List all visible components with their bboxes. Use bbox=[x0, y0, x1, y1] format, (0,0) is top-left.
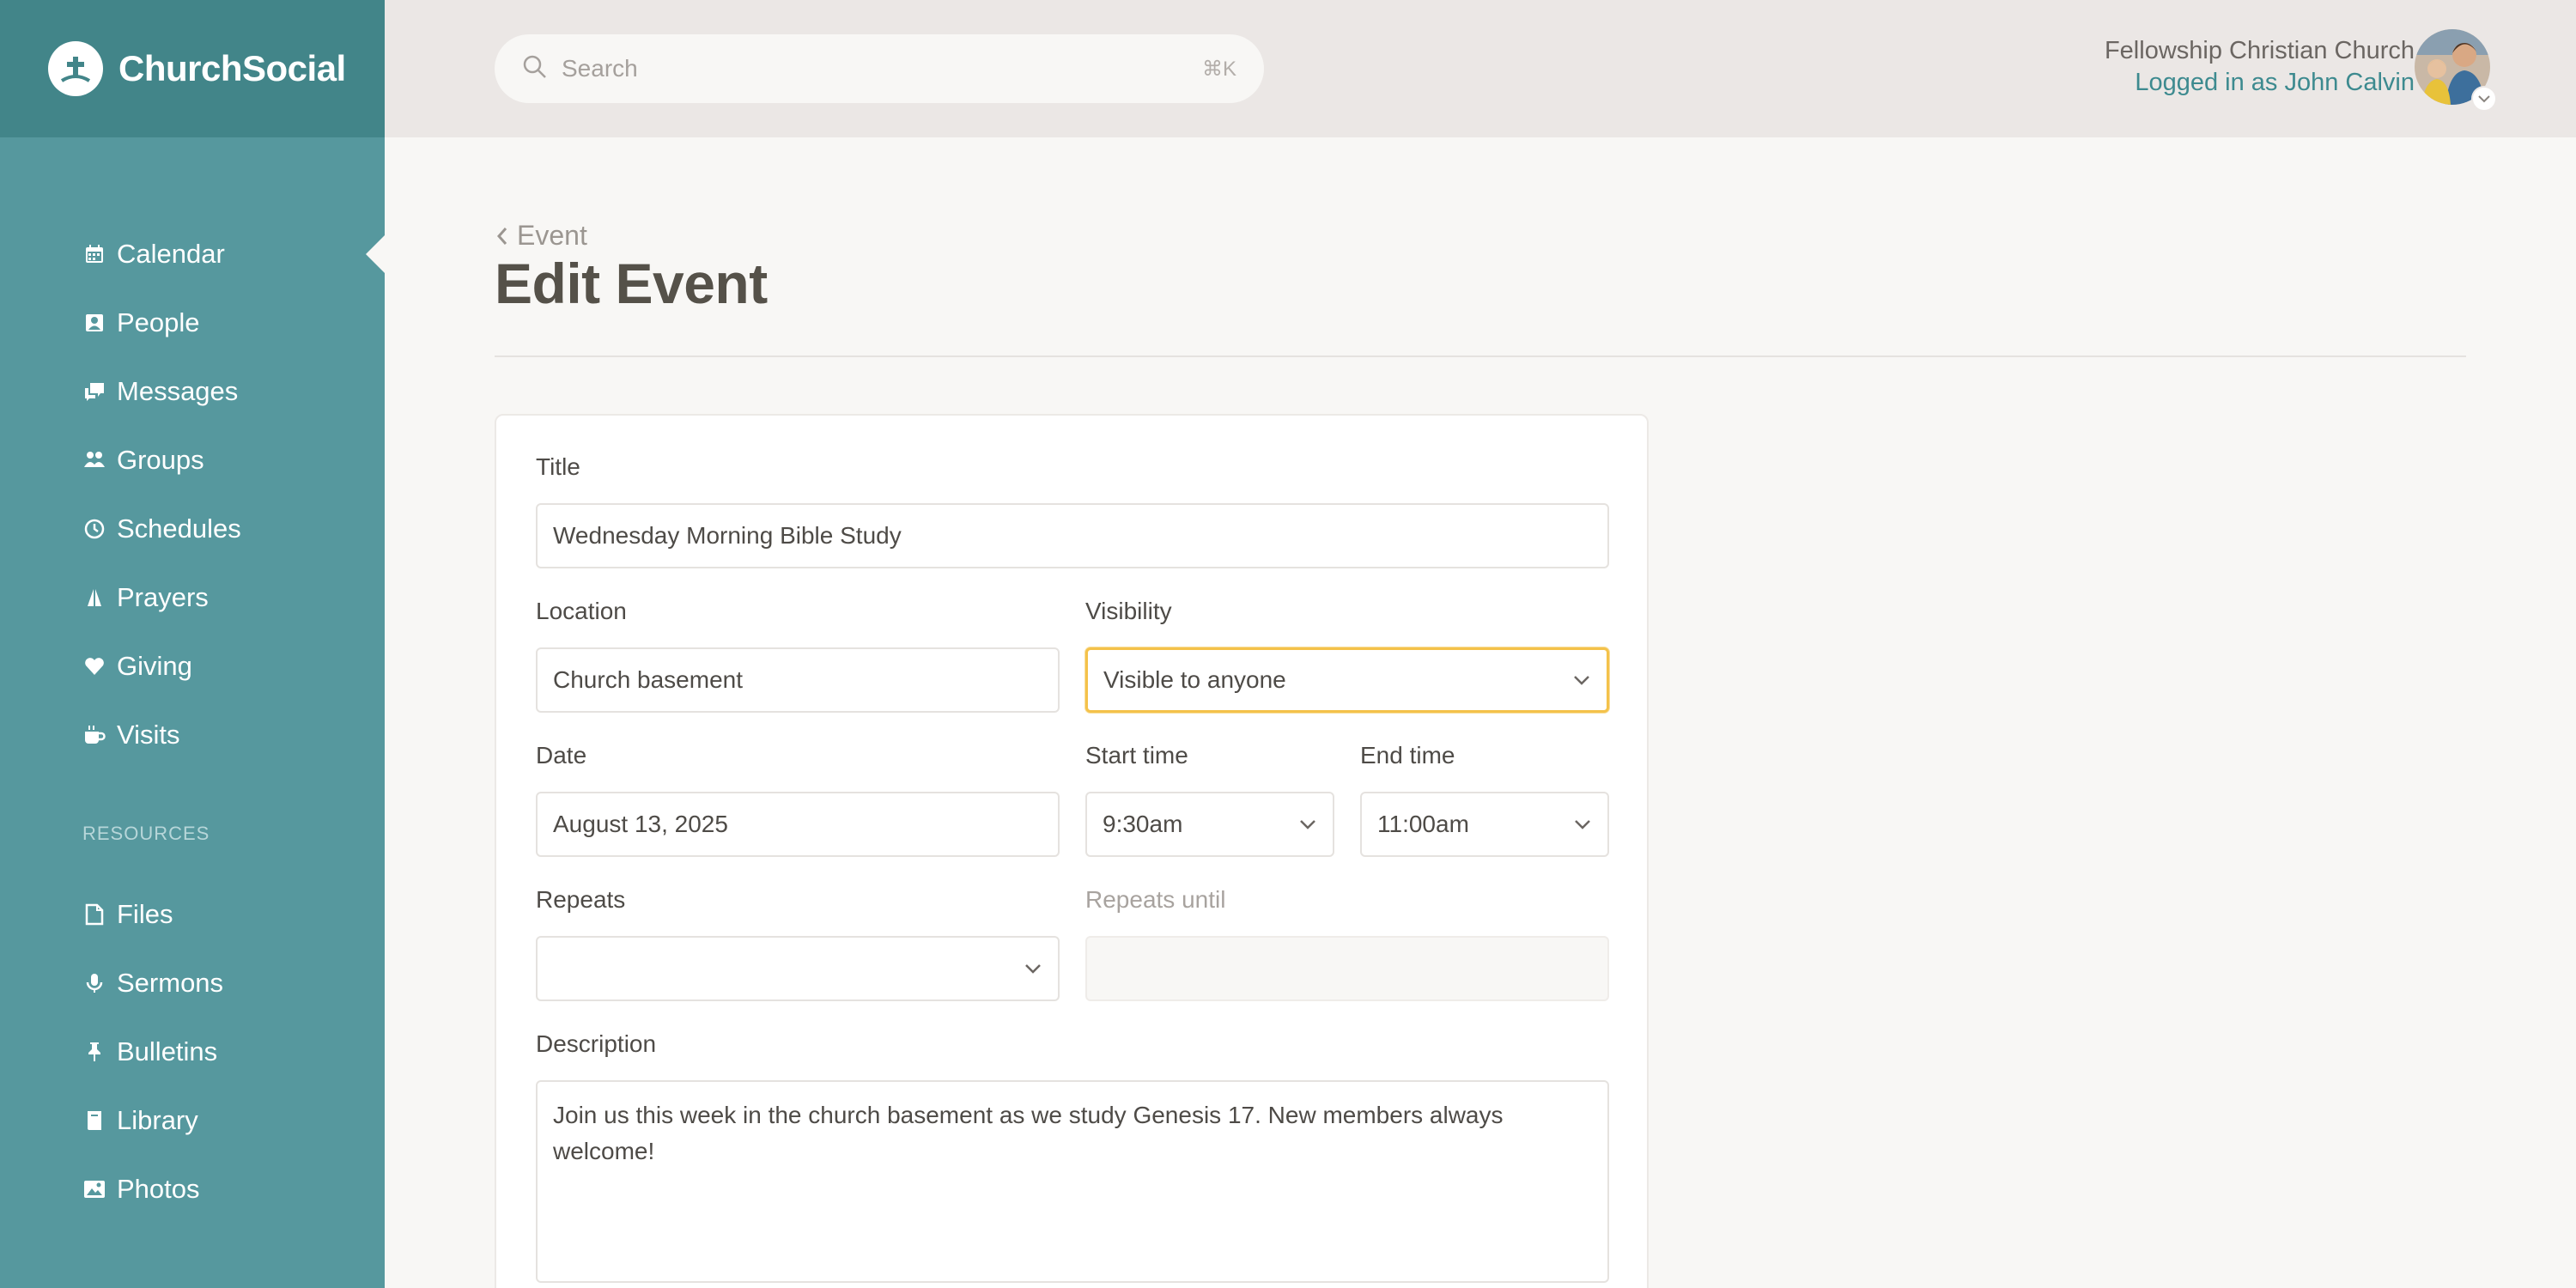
location-input[interactable]: Church basement bbox=[536, 647, 1060, 713]
start-time-field: Start time 9:30am bbox=[1085, 740, 1334, 857]
sidebar-item-sermons[interactable]: Sermons bbox=[0, 949, 385, 1018]
title-label: Title bbox=[536, 453, 580, 480]
sidebar-item-label: Calendar bbox=[117, 239, 225, 269]
sidebar-item-label: Schedules bbox=[117, 513, 241, 544]
sidebar-item-schedules[interactable]: Schedules bbox=[0, 495, 385, 563]
breadcrumb-back-link[interactable]: Event bbox=[496, 220, 587, 252]
start-time-label: Start time bbox=[1085, 742, 1188, 769]
date-input[interactable]: August 13, 2025 bbox=[536, 792, 1060, 857]
calendar-icon bbox=[82, 242, 106, 266]
contact-card-icon bbox=[82, 311, 106, 335]
start-time-select[interactable]: 9:30am bbox=[1085, 792, 1334, 857]
sidebar-item-files[interactable]: Files bbox=[0, 880, 385, 949]
account-info: Fellowship Christian Church Logged in as… bbox=[2105, 34, 2415, 98]
date-label: Date bbox=[536, 742, 587, 769]
repeats-until-field: Repeats until bbox=[1085, 884, 1609, 1001]
sidebar-item-visits[interactable]: Visits bbox=[0, 701, 385, 769]
brand-name: ChurchSocial bbox=[118, 48, 346, 88]
page-title: Edit Event bbox=[495, 252, 768, 315]
org-name: Fellowship Christian Church bbox=[2104, 37, 2415, 64]
chat-bubbles-icon bbox=[82, 380, 106, 404]
end-time-label: End time bbox=[1360, 742, 1455, 769]
clock-icon bbox=[82, 517, 106, 541]
location-field: Location Church basement bbox=[536, 596, 1060, 713]
visibility-field: Visibility Visible to anyone bbox=[1085, 596, 1609, 713]
description-field: Description Join us this week in the chu… bbox=[536, 1029, 1609, 1283]
event-form-card: Title Wednesday Morning Bible Study Loca… bbox=[495, 414, 1649, 1288]
sidebar-item-label: Messages bbox=[117, 376, 239, 406]
title-input[interactable]: Wednesday Morning Bible Study bbox=[536, 503, 1609, 568]
sidebar-item-prayers[interactable]: Prayers bbox=[0, 563, 385, 632]
group-icon bbox=[82, 448, 106, 472]
end-time-field: End time 11:00am bbox=[1360, 740, 1609, 857]
description-label: Description bbox=[536, 1030, 657, 1057]
resources-nav: Files Sermons Bulletins Library Photos bbox=[0, 880, 385, 1224]
chevron-down-icon bbox=[1300, 820, 1315, 829]
date-field: Date August 13, 2025 bbox=[536, 740, 1060, 857]
location-value: Church basement bbox=[553, 666, 744, 693]
sidebar-item-calendar[interactable]: Calendar bbox=[0, 220, 385, 289]
sidebar-item-people[interactable]: People bbox=[0, 289, 385, 357]
sidebar-item-label: Photos bbox=[117, 1174, 200, 1204]
book-icon bbox=[82, 1109, 106, 1133]
sidebar-item-messages[interactable]: Messages bbox=[0, 357, 385, 426]
chevron-left-icon bbox=[496, 227, 507, 245]
heart-icon bbox=[82, 654, 106, 678]
file-icon bbox=[82, 902, 106, 927]
visibility-value: Visible to anyone bbox=[1103, 666, 1286, 693]
sidebar-item-label: Giving bbox=[117, 651, 192, 681]
chevron-down-icon bbox=[1574, 676, 1589, 685]
resources-heading: RESOURCES bbox=[82, 823, 210, 844]
sidebar-item-library[interactable]: Library bbox=[0, 1086, 385, 1155]
account-menu-chevron-icon[interactable] bbox=[2471, 86, 2497, 112]
sidebar-item-bulletins[interactable]: Bulletins bbox=[0, 1018, 385, 1086]
sidebar: ChurchSocial Calendar People Messages Gr… bbox=[0, 0, 385, 1288]
praying-hands-icon bbox=[82, 586, 106, 610]
end-time-select[interactable]: 11:00am bbox=[1360, 792, 1609, 857]
sidebar-item-photos[interactable]: Photos bbox=[0, 1155, 385, 1224]
coffee-cup-icon bbox=[82, 723, 106, 747]
top-bar: ⌘K Fellowship Christian Church Logged in… bbox=[385, 0, 2576, 137]
brand-bar[interactable]: ChurchSocial bbox=[0, 0, 385, 137]
cross-logo-icon bbox=[48, 41, 103, 96]
description-textarea[interactable]: Join us this week in the church basement… bbox=[536, 1080, 1609, 1283]
repeats-label: Repeats bbox=[536, 886, 626, 913]
repeats-select[interactable] bbox=[536, 936, 1060, 1001]
pushpin-icon bbox=[82, 1040, 106, 1064]
date-value: August 13, 2025 bbox=[553, 811, 728, 837]
main-nav: Calendar People Messages Groups Schedule… bbox=[0, 220, 385, 769]
breadcrumb-label: Event bbox=[517, 220, 587, 251]
search-input[interactable] bbox=[562, 55, 1202, 82]
repeats-field: Repeats bbox=[536, 884, 1060, 1001]
header-divider bbox=[495, 355, 2466, 357]
chevron-down-icon bbox=[1575, 820, 1590, 829]
location-label: Location bbox=[536, 598, 627, 624]
search-box[interactable]: ⌘K bbox=[495, 34, 1264, 103]
sidebar-item-label: Files bbox=[117, 899, 173, 929]
description-value: Join us this week in the church basement… bbox=[553, 1102, 1504, 1164]
visibility-label: Visibility bbox=[1085, 598, 1172, 624]
sidebar-item-label: People bbox=[117, 307, 200, 337]
repeats-until-label: Repeats until bbox=[1085, 886, 1226, 913]
sidebar-item-label: Sermons bbox=[117, 968, 224, 998]
sidebar-item-label: Bulletins bbox=[117, 1036, 218, 1066]
sidebar-item-label: Prayers bbox=[117, 582, 209, 612]
visibility-select[interactable]: Visible to anyone bbox=[1085, 647, 1609, 713]
end-time-value: 11:00am bbox=[1377, 811, 1469, 837]
sidebar-item-giving[interactable]: Giving bbox=[0, 632, 385, 701]
sidebar-item-groups[interactable]: Groups bbox=[0, 426, 385, 495]
title-value: Wednesday Morning Bible Study bbox=[553, 522, 902, 549]
search-shortcut-hint: ⌘K bbox=[1201, 57, 1236, 81]
sidebar-item-label: Visits bbox=[117, 720, 180, 750]
microphone-icon bbox=[82, 971, 106, 995]
logged-in-user[interactable]: Logged in as John Calvin bbox=[2105, 67, 2415, 98]
start-time-value: 9:30am bbox=[1103, 811, 1183, 837]
image-icon bbox=[82, 1177, 106, 1201]
chevron-down-icon bbox=[1025, 964, 1041, 974]
sidebar-item-label: Library bbox=[117, 1105, 198, 1135]
repeats-until-input bbox=[1085, 936, 1609, 1001]
search-icon bbox=[522, 54, 548, 84]
sidebar-item-label: Groups bbox=[117, 445, 204, 475]
title-field: Title Wednesday Morning Bible Study bbox=[536, 452, 1609, 568]
